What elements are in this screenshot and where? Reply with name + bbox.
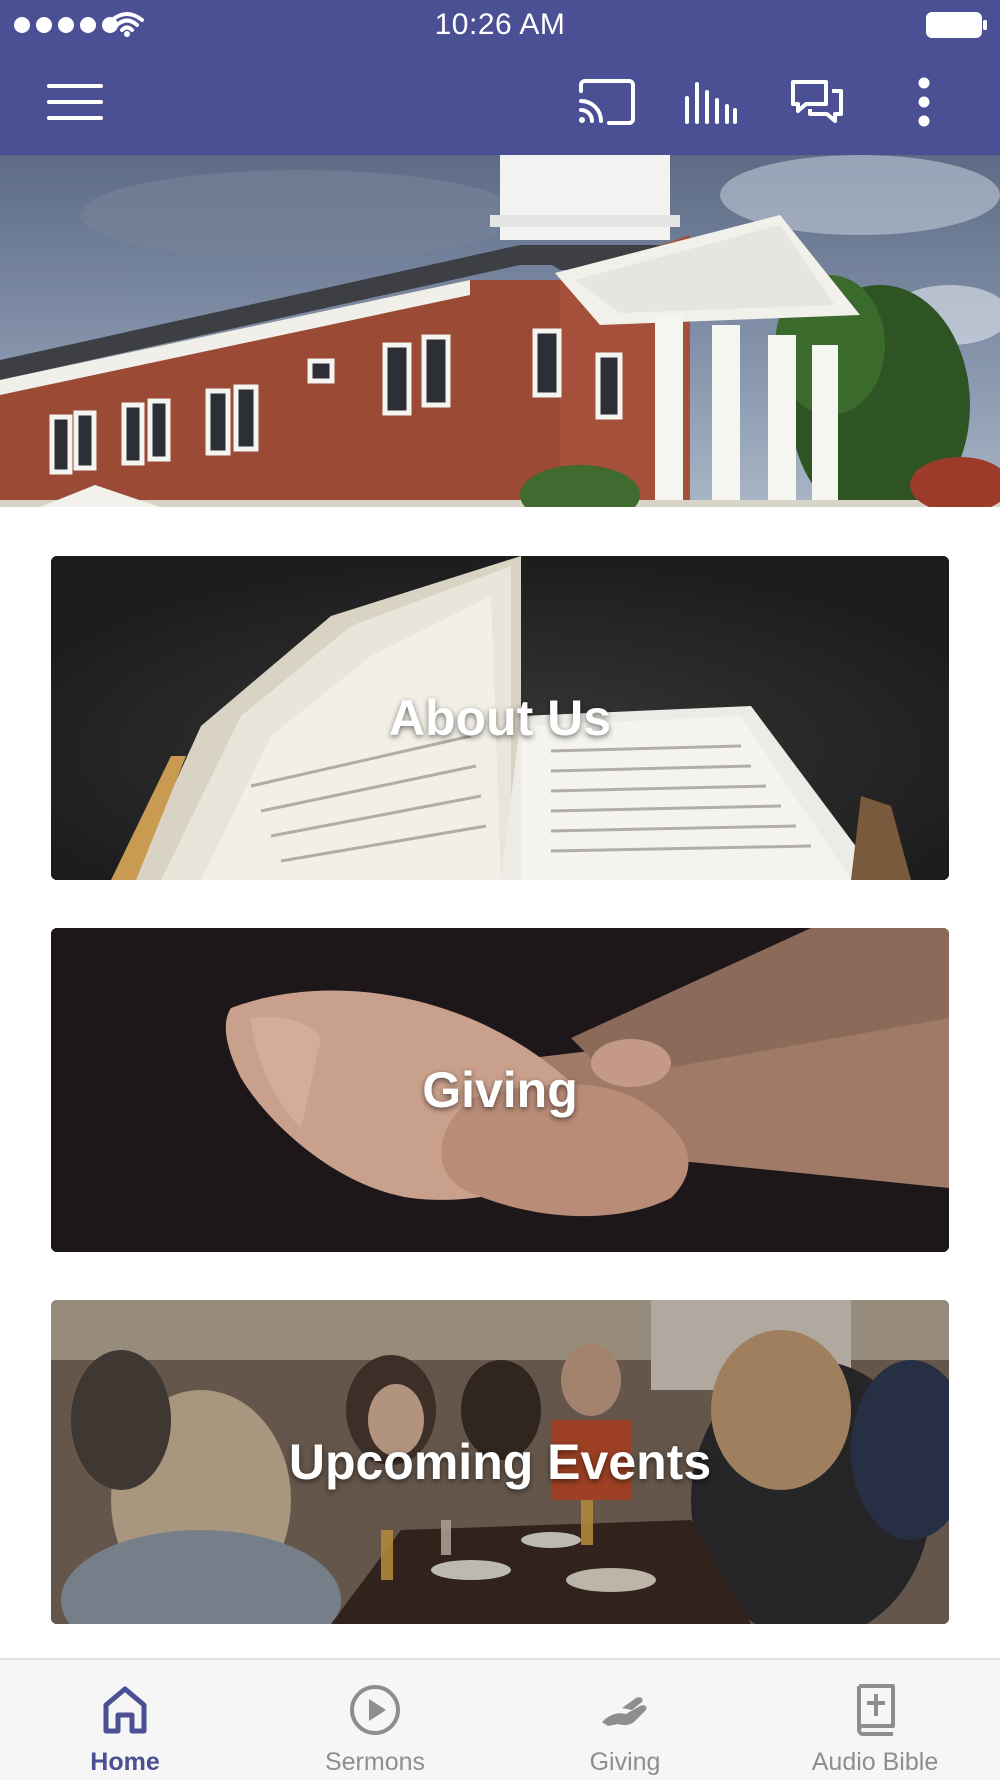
- tab-audio-bible[interactable]: Audio Bible: [750, 1660, 1000, 1780]
- tab-giving-label: Giving: [589, 1748, 661, 1776]
- menu-button[interactable]: [43, 72, 107, 132]
- tab-giving[interactable]: Giving: [500, 1660, 750, 1780]
- about-us-label: About Us: [388, 690, 612, 746]
- chat-button[interactable]: [785, 72, 849, 132]
- tab-audio-bible-label: Audio Bible: [811, 1748, 939, 1776]
- more-vert-icon: [918, 77, 930, 127]
- giving-hand-icon: [602, 1697, 647, 1726]
- home-icon: [103, 1686, 147, 1734]
- cast-icon: [579, 79, 635, 125]
- audio-button[interactable]: [679, 72, 743, 132]
- giving-card[interactable]: Giving: [51, 928, 949, 1252]
- tab-sermons[interactable]: Sermons: [250, 1660, 500, 1780]
- tab-home-label: Home: [90, 1748, 160, 1776]
- more-options-button[interactable]: [892, 72, 956, 132]
- tab-sermons-label: Sermons: [324, 1748, 426, 1776]
- cast-button[interactable]: [574, 72, 638, 132]
- menu-icon: [47, 84, 103, 120]
- tab-home[interactable]: Home: [0, 1660, 250, 1780]
- bible-icon: [857, 1684, 895, 1736]
- app-bar: [0, 50, 1000, 155]
- giving-label: Giving: [422, 1062, 578, 1118]
- about-us-card[interactable]: About Us: [51, 556, 949, 880]
- upcoming-events-card[interactable]: Upcoming Events: [51, 1300, 949, 1624]
- play-circle-icon: [350, 1685, 400, 1735]
- bottom-tab-bar: Home Sermons Giving Audio Bible: [0, 1658, 1000, 1780]
- upcoming-events-label: Upcoming Events: [288, 1434, 712, 1490]
- status-bar: 10:26 AM: [0, 0, 1000, 50]
- chat-icon: [791, 80, 843, 123]
- status-time: 10:26 AM: [434, 8, 566, 41]
- battery-icon: [926, 12, 987, 38]
- audio-bars-icon: [685, 82, 737, 124]
- hero-church-image: [0, 155, 1000, 507]
